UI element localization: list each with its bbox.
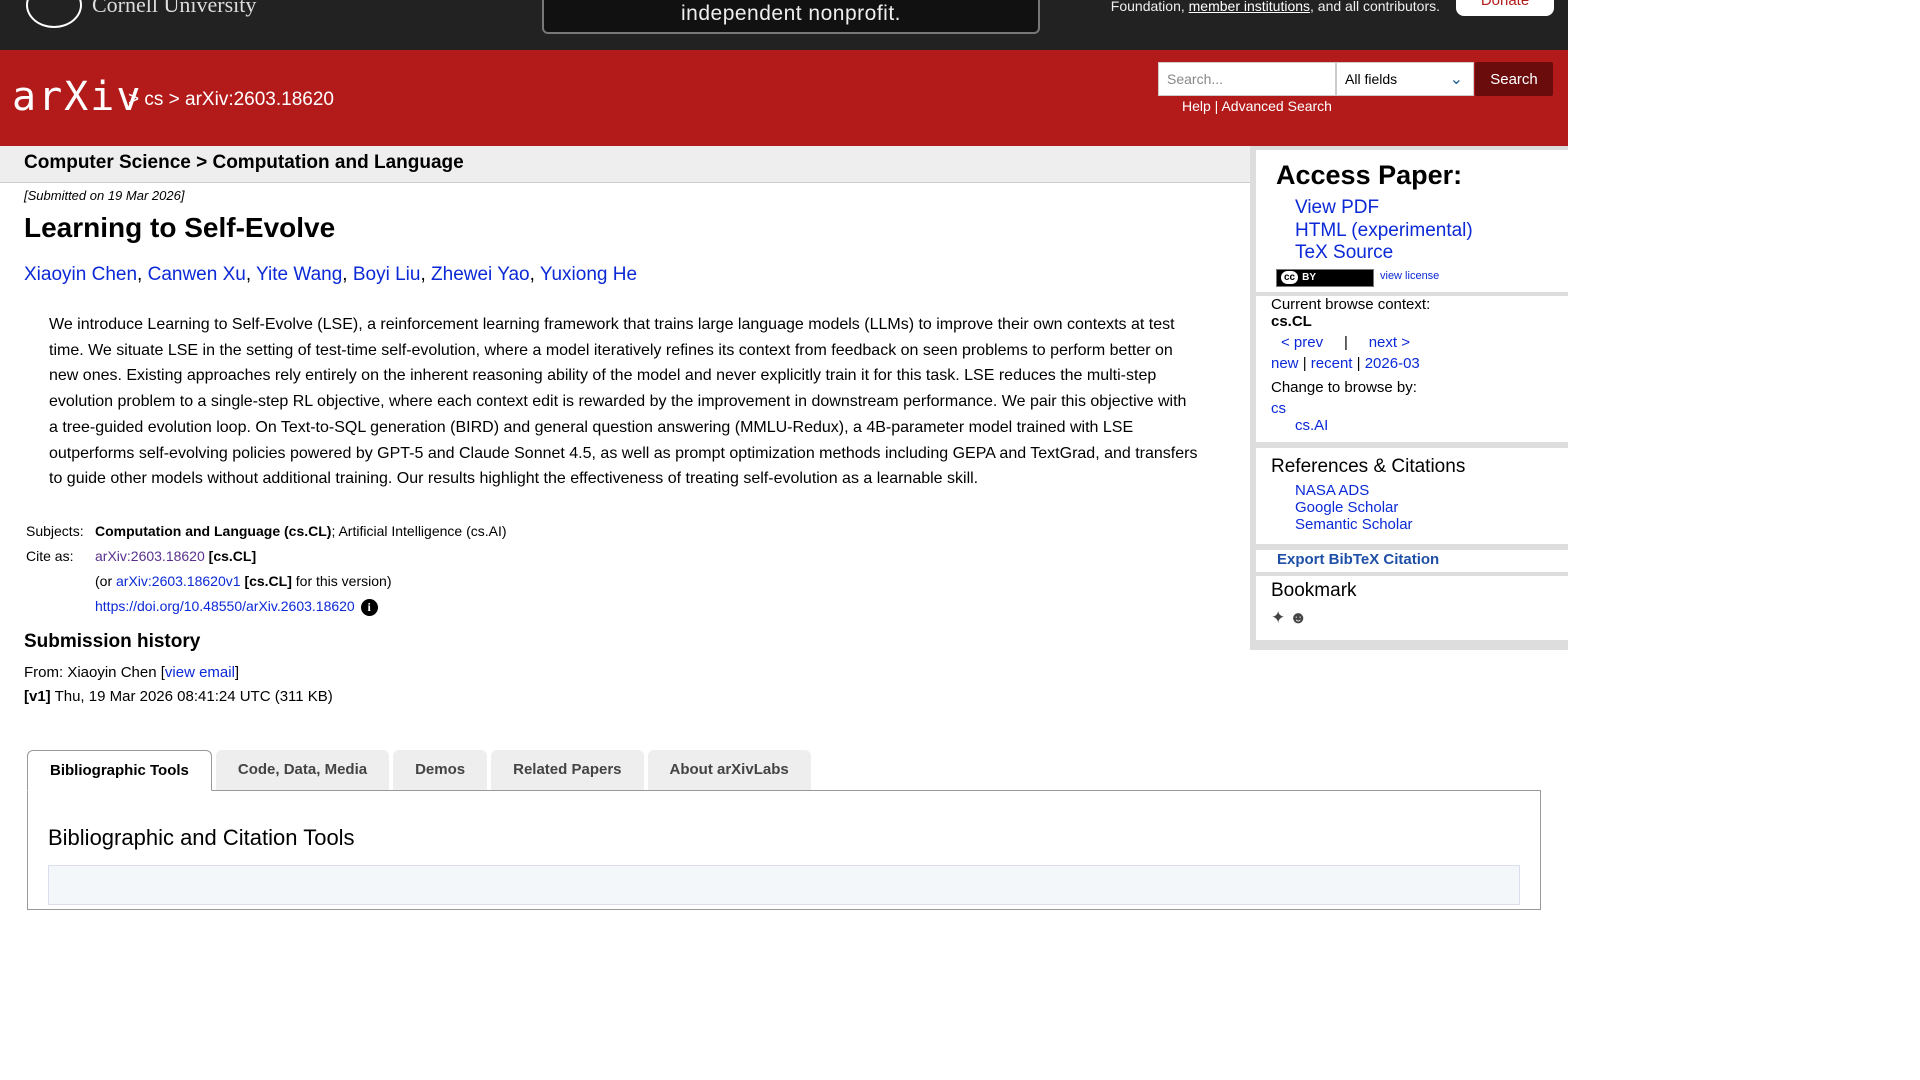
cornell-logo[interactable]: Cornell University xyxy=(26,0,256,28)
tex-source-link[interactable]: TeX Source xyxy=(1295,242,1473,265)
sidebar: Access Paper: View PDF HTML (experimenta… xyxy=(1250,146,1568,650)
tab-panel-heading: Bibliographic and Citation Tools xyxy=(48,825,355,850)
html-link[interactable]: HTML (experimental) xyxy=(1295,220,1473,243)
references-links: NASA ADS Google Scholar Semantic Scholar xyxy=(1295,482,1413,533)
subject-header: Computer Science > Computation and Langu… xyxy=(0,146,1250,183)
author-list: Xiaoyin Chen, Canwen Xu, Yite Wang, Boyi… xyxy=(24,264,638,285)
references-heading: References & Citations xyxy=(1271,456,1466,477)
announcement-banner: independent nonprofit. xyxy=(542,0,1040,34)
search-input[interactable]: Search... xyxy=(1158,62,1336,96)
prev-next-nav: < prev | next > xyxy=(1281,334,1410,351)
doi-link[interactable]: https://doi.org/10.48550/arXiv.2603.1862… xyxy=(95,598,355,614)
version-entry: [v1] Thu, 19 Mar 2026 08:41:24 UTC (311 … xyxy=(24,688,333,705)
bibsonomy-icon[interactable]: ✦ xyxy=(1271,608,1285,628)
author-link[interactable]: Yite Wang xyxy=(256,264,342,285)
cc-license-badge[interactable]: cc BY xyxy=(1276,269,1374,287)
submission-history-heading: Submission history xyxy=(24,631,201,652)
subjects-value: Computation and Language (cs.CL); Artifi… xyxy=(95,523,507,539)
author-link[interactable]: Canwen Xu xyxy=(148,264,246,285)
author-link[interactable]: Xiaoyin Chen xyxy=(24,264,137,285)
browse-cs-link[interactable]: cs xyxy=(1271,400,1286,417)
cite-label: Cite as: xyxy=(26,548,74,564)
advanced-search-link[interactable]: Advanced Search xyxy=(1221,98,1332,114)
bookmark-icons: ✦ ☻ xyxy=(1271,608,1307,628)
cornell-name: Cornell University xyxy=(92,0,257,17)
tab-code-data-media[interactable]: Code, Data, Media xyxy=(215,750,390,790)
access-paper-box: Access Paper: View PDF HTML (experimenta… xyxy=(1256,150,1568,292)
nasa-ads-link[interactable]: NASA ADS xyxy=(1295,482,1413,499)
access-paper-heading: Access Paper: xyxy=(1276,160,1463,190)
browse-csai-link[interactable]: cs.AI xyxy=(1295,417,1328,434)
cite-id-link[interactable]: arXiv:2603.18620 xyxy=(95,548,205,564)
recent-link[interactable]: recent xyxy=(1311,355,1353,372)
new-link[interactable]: new xyxy=(1271,355,1299,372)
tab-panel: Bibliographic and Citation Tools xyxy=(27,790,1541,910)
tab-bibliographic-tools[interactable]: Bibliographic Tools xyxy=(27,750,212,791)
author-link[interactable]: Yuxiong He xyxy=(540,264,637,285)
search-field-select[interactable]: All fields ⌄ xyxy=(1336,62,1474,96)
export-bibtex-link[interactable]: Export BibTeX Citation xyxy=(1277,551,1439,568)
view-email-link[interactable]: view email xyxy=(165,664,235,681)
prev-link[interactable]: < prev xyxy=(1281,334,1323,351)
view-license-link[interactable]: view license xyxy=(1380,270,1439,282)
author-link[interactable]: Zhewei Yao xyxy=(431,264,530,285)
reddit-icon[interactable]: ☻ xyxy=(1289,608,1307,628)
tab-demos[interactable]: Demos xyxy=(393,750,488,790)
context-label: Current browse context: xyxy=(1271,296,1431,313)
chevron-down-icon: ⌄ xyxy=(1449,71,1463,88)
arxiv-logo[interactable]: arXiv xyxy=(12,74,142,120)
doi-row: https://doi.org/10.48550/arXiv.2603.1862… xyxy=(95,594,513,619)
site-header: arXiv > cs > arXiv:2603.18620 Search... … xyxy=(0,50,1568,146)
metadata-table: Subjects: Computation and Language (cs.C… xyxy=(26,519,513,619)
help-link[interactable]: Help xyxy=(1182,98,1211,114)
breadcrumb[interactable]: > cs > arXiv:2603.18620 xyxy=(128,89,334,111)
member-institutions-link[interactable]: member institutions xyxy=(1189,0,1310,14)
cornell-seal-icon xyxy=(26,0,82,28)
search-button[interactable]: Search xyxy=(1475,62,1553,96)
cite-version-link[interactable]: arXiv:2603.18620v1 xyxy=(116,573,241,589)
semantic-scholar-link[interactable]: Semantic Scholar xyxy=(1295,516,1413,533)
bibtex-box: Export BibTeX Citation xyxy=(1256,550,1568,572)
bookmark-heading: Bookmark xyxy=(1271,580,1357,601)
month-link[interactable]: 2026-03 xyxy=(1365,355,1420,372)
browse-context-box: Current browse context: cs.CL < prev | n… xyxy=(1256,296,1568,442)
tab-about-arxivlabs[interactable]: About arXivLabs xyxy=(647,750,811,790)
donate-button[interactable]: Donate xyxy=(1456,0,1554,16)
abstract: We introduce Learning to Self-Evolve (LS… xyxy=(49,316,1198,488)
tab-related-papers[interactable]: Related Papers xyxy=(491,750,644,790)
context-value: cs.CL xyxy=(1271,313,1312,330)
paper-title: Learning to Self-Evolve xyxy=(24,212,336,243)
labs-tabs: Bibliographic Tools Code, Data, Media De… xyxy=(27,750,811,791)
tools-box xyxy=(48,865,1520,905)
google-scholar-link[interactable]: Google Scholar xyxy=(1295,499,1413,516)
cite-version: (or arXiv:2603.18620v1 [cs.CL] for this … xyxy=(95,573,392,589)
subjects-label: Subjects: xyxy=(26,523,84,539)
view-pdf-link[interactable]: View PDF xyxy=(1295,197,1473,220)
support-text: Foundation, member institutions, and all… xyxy=(1110,0,1440,14)
access-links: View PDF HTML (experimental) TeX Source xyxy=(1295,197,1473,265)
submitter: From: Xiaoyin Chen [view email] xyxy=(24,664,240,681)
submitted-date: [Submitted on 19 Mar 2026] xyxy=(24,188,185,203)
info-icon[interactable]: i xyxy=(360,599,378,616)
browse-links: new | recent | 2026-03 xyxy=(1271,355,1420,372)
cc-icon: cc xyxy=(1281,271,1299,284)
search-field-value: All fields xyxy=(1345,71,1398,87)
top-bar: Cornell University independent nonprofit… xyxy=(0,0,1568,50)
bookmark-box: Bookmark ✦ ☻ xyxy=(1256,576,1568,640)
next-link[interactable]: next > xyxy=(1369,334,1410,351)
references-box: References & Citations NASA ADS Google S… xyxy=(1256,448,1568,544)
help-links: Help | Advanced Search xyxy=(1182,98,1332,114)
change-browse-label: Change to browse by: xyxy=(1271,379,1417,396)
cite-value: arXiv:2603.18620 [cs.CL] xyxy=(95,548,257,564)
author-link[interactable]: Boyi Liu xyxy=(353,264,421,285)
